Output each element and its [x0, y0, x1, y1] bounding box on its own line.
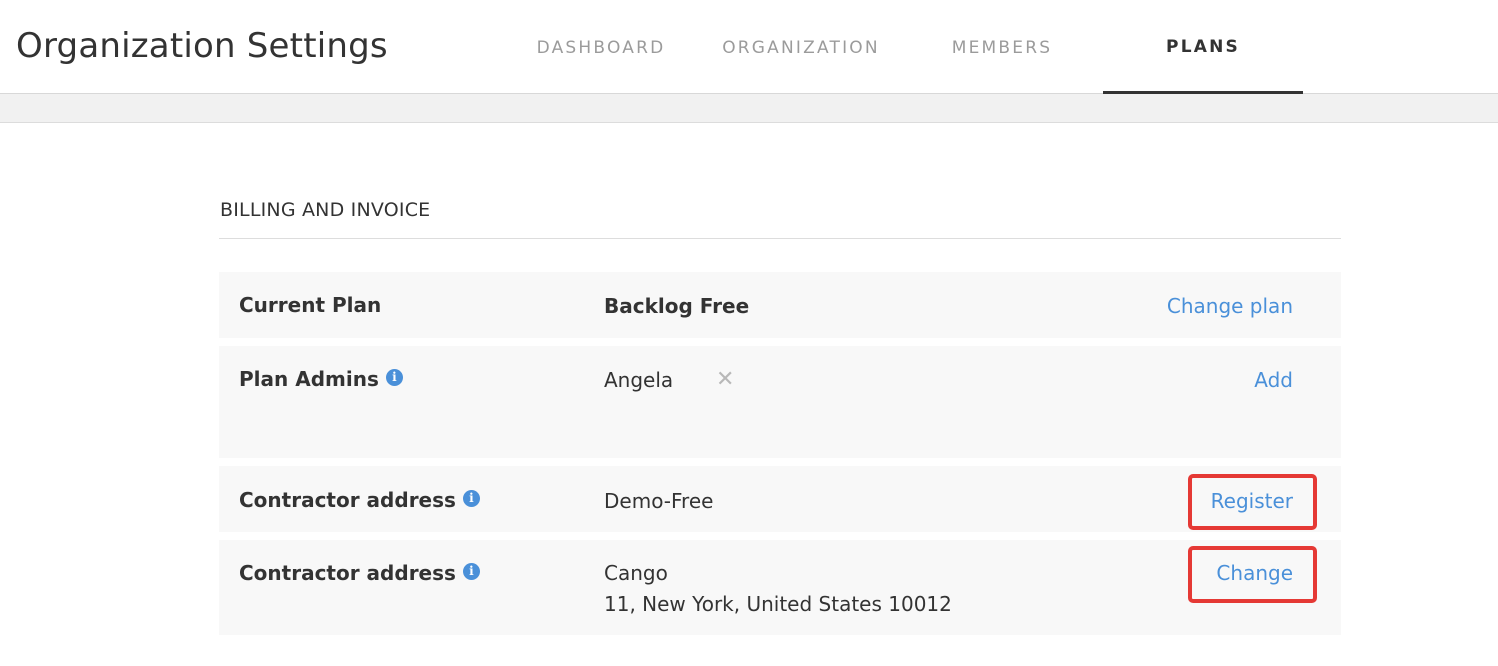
- change-highlight-box: [1188, 546, 1317, 603]
- contractor-name: Cango: [604, 561, 668, 585]
- header-shadow-strip: [0, 94, 1498, 123]
- current-plan-label: Current Plan: [239, 293, 381, 317]
- contractor-address-line: 11, New York, United States 10012: [604, 592, 952, 616]
- info-icon[interactable]: i: [462, 489, 480, 507]
- close-icon[interactable]: ✕: [716, 367, 734, 392]
- plan-admins-row: Plan Admins i Angela ✕ Add: [219, 346, 1341, 458]
- contractor-address-label: Contractor address i: [239, 561, 480, 585]
- row-label-text: Current Plan: [239, 293, 382, 317]
- info-icon[interactable]: i: [385, 368, 403, 386]
- change-plan-link[interactable]: Change plan: [1167, 294, 1293, 318]
- current-plan-value: Backlog Free: [604, 294, 750, 318]
- contractor-address-value: Demo-Free: [604, 489, 714, 513]
- row-label-text: Contractor address: [239, 561, 456, 585]
- info-icon[interactable]: i: [462, 562, 480, 580]
- register-highlight-box: [1188, 474, 1317, 530]
- section-title: BILLING AND INVOICE: [220, 199, 431, 221]
- tab-label: PLANS: [1166, 36, 1240, 57]
- contractor-address-label: Contractor address i: [239, 488, 480, 512]
- tab-organization[interactable]: ORGANIZATION: [701, 0, 901, 93]
- plan-admins-label: Plan Admins i: [239, 367, 403, 391]
- add-admin-link[interactable]: Add: [1254, 368, 1293, 392]
- tab-dashboard[interactable]: DASHBOARD: [501, 0, 701, 93]
- top-navigation-bar: Organization Settings DASHBOARD ORGANIZA…: [0, 0, 1498, 94]
- contractor-address-row: Contractor address i Demo-Free Register: [219, 466, 1341, 532]
- tab-label: DASHBOARD: [536, 37, 666, 58]
- current-plan-row: Current Plan Backlog Free Change plan: [219, 272, 1341, 338]
- row-label-text: Plan Admins: [239, 367, 379, 391]
- contractor-address-row: Contractor address i Cango 11, New York,…: [219, 540, 1341, 635]
- page-title: Organization Settings: [16, 26, 388, 66]
- row-label-text: Contractor address: [239, 488, 456, 512]
- tab-label: ORGANIZATION: [722, 37, 880, 58]
- section-divider: [219, 238, 1341, 239]
- tab-members[interactable]: MEMBERS: [902, 0, 1102, 93]
- plan-admin-name: Angela: [604, 368, 674, 392]
- tab-plans[interactable]: PLANS: [1103, 0, 1303, 94]
- tab-label: MEMBERS: [951, 37, 1053, 58]
